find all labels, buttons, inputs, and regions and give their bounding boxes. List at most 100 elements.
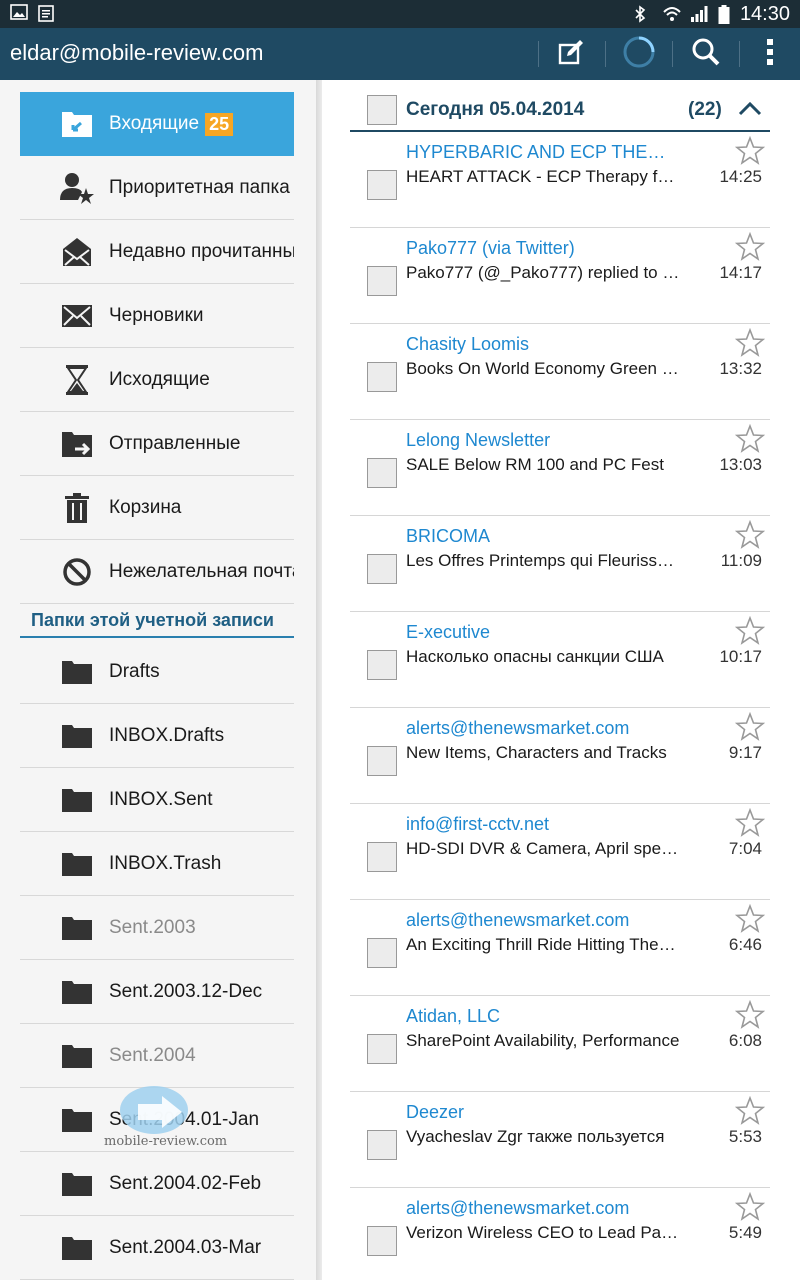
folder-sent[interactable]: Отправленные [20,412,294,476]
folder-label: Sent.2004.03-Mar [109,1236,262,1258]
mail-select-checkbox[interactable] [367,458,397,488]
star-icon[interactable] [734,135,766,166]
clipboard-icon [38,4,56,22]
mail-row[interactable]: alerts@thenewsmarket.com Verizon Wireless… [350,1188,770,1280]
mail-list: Сегодня 05.04.2014 (22) HYPERBARIC AND E… [322,80,800,1280]
folder-label: Черновики [109,304,204,326]
spam-block-icon [60,555,94,589]
account-folder-item[interactable]: Sent.2004 [20,1024,294,1088]
mail-time: 9:17 [728,743,762,762]
folder-sidebar: Входящие 25 Приоритетная папка Недавно п… [0,80,316,1280]
mail-select-checkbox[interactable] [367,1130,397,1160]
mail-time: 14:17 [719,263,762,282]
star-icon[interactable] [734,615,766,646]
account-title[interactable]: eldar@mobile-review.com [10,40,263,66]
folder-label: INBOX.Drafts [109,724,225,746]
mail-row[interactable]: Pako777 (via Twitter) Pako777 (@_Pako777)… [350,228,770,324]
mail-time: 13:03 [719,455,762,474]
folder-icon [60,1103,94,1137]
mail-sender: BRICOMA [406,526,491,546]
mail-row[interactable]: Lelong Newsletter SALE Below RM 100 and P… [350,420,770,516]
mail-subject: Books On World Economy Green Economy [406,359,680,378]
account-folder-item[interactable]: Sent.2003 [20,896,294,960]
star-icon[interactable] [734,327,766,358]
mail-row[interactable]: alerts@thenewsmarket.com New Items, Chara… [350,708,770,804]
account-folder-item[interactable]: Sent.2004.02-Feb [20,1152,294,1216]
folder-outbox[interactable]: Исходящие [20,348,294,412]
folder-spam[interactable]: Нежелательная почта [20,540,294,604]
bluetooth-icon [634,5,652,23]
mail-select-checkbox[interactable] [367,650,397,680]
folder-label: Sent.2003.12-Dec [109,980,263,1002]
mail-select-checkbox[interactable] [367,746,397,776]
overflow-menu-button[interactable] [740,28,800,80]
folder-inbox[interactable]: Входящие 25 [20,92,294,156]
day-count: (22) [688,99,722,120]
chevron-up-icon[interactable] [738,100,762,118]
star-icon[interactable] [734,423,766,454]
mail-sender: Chasity Loomis [406,334,530,354]
mail-row[interactable]: info@first-cctv.net HD-SDI DVR & Camera, … [350,804,770,900]
mail-select-checkbox[interactable] [367,1226,397,1256]
account-folder-item[interactable]: Sent.2004.03-Mar [20,1216,294,1280]
mail-time: 6:08 [728,1031,762,1050]
mail-sender: HYPERBARIC AND ECP THERAPY [406,142,676,162]
folder-drafts[interactable]: Черновики [20,284,294,348]
folder-priority-senders[interactable]: Приоритетная папка [20,156,294,220]
star-icon[interactable] [734,519,766,550]
mail-select-checkbox[interactable] [367,938,397,968]
mail-select-checkbox[interactable] [367,266,397,296]
mail-select-checkbox[interactable] [367,170,397,200]
account-folder-item[interactable]: INBOX.Trash [20,832,294,896]
mail-row[interactable]: E-xecutive Насколько опасны санкции США 10… [350,612,770,708]
mail-select-checkbox[interactable] [367,554,397,584]
day-group-header[interactable]: Сегодня 05.04.2014 (22) [350,92,770,132]
folder-icon [60,1167,94,1201]
star-icon[interactable] [734,903,766,934]
watermark-logo: mobile-review.com [102,1082,227,1154]
mail-sender: Lelong Newsletter [406,430,551,450]
folder-label: Корзина [109,496,182,518]
mail-subject: Verizon Wireless CEO to Lead Panel [406,1223,680,1242]
mail-subject: An Exciting Thrill Ride Hitting Theaters [406,935,680,954]
search-button[interactable] [673,28,739,80]
mail-row[interactable]: Deezer Vyacheslav Zgr также пользуется 5:5… [350,1092,770,1188]
mail-time: 14:25 [719,167,762,186]
inbox-icon [60,107,94,141]
hourglass-icon [60,363,94,397]
mail-select-checkbox[interactable] [367,362,397,392]
star-icon[interactable] [734,1191,766,1222]
folder-trash[interactable]: Корзина [20,476,294,540]
mail-row[interactable]: alerts@thenewsmarket.com An Exciting Thri… [350,900,770,996]
mail-subject: SharePoint Availability, Performance [406,1031,680,1050]
mail-time: 5:53 [728,1127,762,1146]
compose-button[interactable] [539,28,605,80]
account-folder-item[interactable]: INBOX.Drafts [20,704,294,768]
select-all-checkbox[interactable] [367,95,397,125]
star-icon[interactable] [734,711,766,742]
mail-select-checkbox[interactable] [367,1034,397,1064]
folder-icon [60,1039,94,1073]
mail-row[interactable]: HYPERBARIC AND ECP THERAPY HEART ATTACK -… [350,132,770,228]
star-icon[interactable] [734,999,766,1030]
folder-icon [60,655,94,689]
star-icon[interactable] [734,807,766,838]
folder-recently-read[interactable]: Недавно прочитанные [20,220,294,284]
mail-row[interactable]: Atidan, LLC SharePoint Availability, Perf… [350,996,770,1092]
account-folder-item[interactable]: INBOX.Sent [20,768,294,832]
mail-sender: Pako777 (via Twitter) [406,238,575,258]
overflow-menu-icon [767,38,773,70]
sync-button[interactable] [606,28,672,80]
folder-label: Drafts [109,660,160,682]
mail-row[interactable]: Chasity Loomis Books On World Economy Gre… [350,324,770,420]
folder-label: Входящие [109,113,200,134]
star-icon[interactable] [734,1095,766,1126]
account-folder-item[interactable]: Sent.2003.12-Dec [20,960,294,1024]
mail-select-checkbox[interactable] [367,842,397,872]
action-bar: eldar@mobile-review.com [0,28,800,80]
star-icon[interactable] [734,231,766,262]
mail-time: 13:32 [719,359,762,378]
mail-row[interactable]: BRICOMA Les Offres Printemps qui Fleuriss… [350,516,770,612]
mail-subject: HEART ATTACK - ECP Therapy for heart [406,167,680,186]
account-folder-item[interactable]: Drafts [20,640,294,704]
